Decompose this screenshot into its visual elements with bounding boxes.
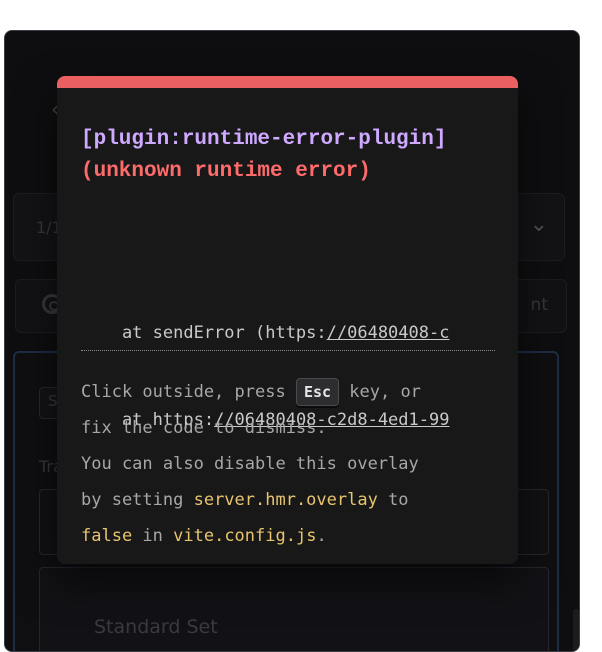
stack-link[interactable]: //06480408-c (327, 323, 450, 343)
tip-text: to (377, 490, 409, 510)
tip-text: in (132, 526, 174, 546)
divider (81, 350, 495, 351)
esc-key: Esc (295, 378, 340, 406)
tip-line: fix the code to dismiss. (81, 418, 327, 438)
error-text: (unknown runtime error) (81, 160, 371, 183)
error-overlay: [plugin:runtime-error-plugin] (unknown r… (57, 76, 518, 564)
error-message: [plugin:runtime-error-plugin] (unknown r… (81, 124, 501, 188)
tip-line: by setting server.hmr.overlay to (81, 482, 501, 518)
plugin-label: [plugin:runtime-error-plugin] (81, 128, 447, 151)
code-server-hmr-overlay: server.hmr.overlay (193, 490, 378, 510)
tip-line: false in vite.config.js. (81, 518, 501, 554)
tip-text: . (316, 526, 327, 546)
tip-text: Click outside, press (81, 382, 296, 402)
tip-line: You can also disable this overlay (81, 454, 419, 474)
code-false: false (81, 526, 133, 546)
tip-text: by setting (81, 490, 194, 510)
tip-line: Click outside, press Esc key, or (81, 374, 501, 410)
stack-line: at sendError (https://06480408-c (81, 319, 495, 348)
tip-text: key, or (339, 382, 421, 402)
code-vite-config: vite.config.js (173, 526, 317, 546)
stack-line-prefix: at sendError (https: (81, 323, 327, 343)
overlay-tip: Click outside, press Esc key, or fix the… (81, 374, 501, 554)
